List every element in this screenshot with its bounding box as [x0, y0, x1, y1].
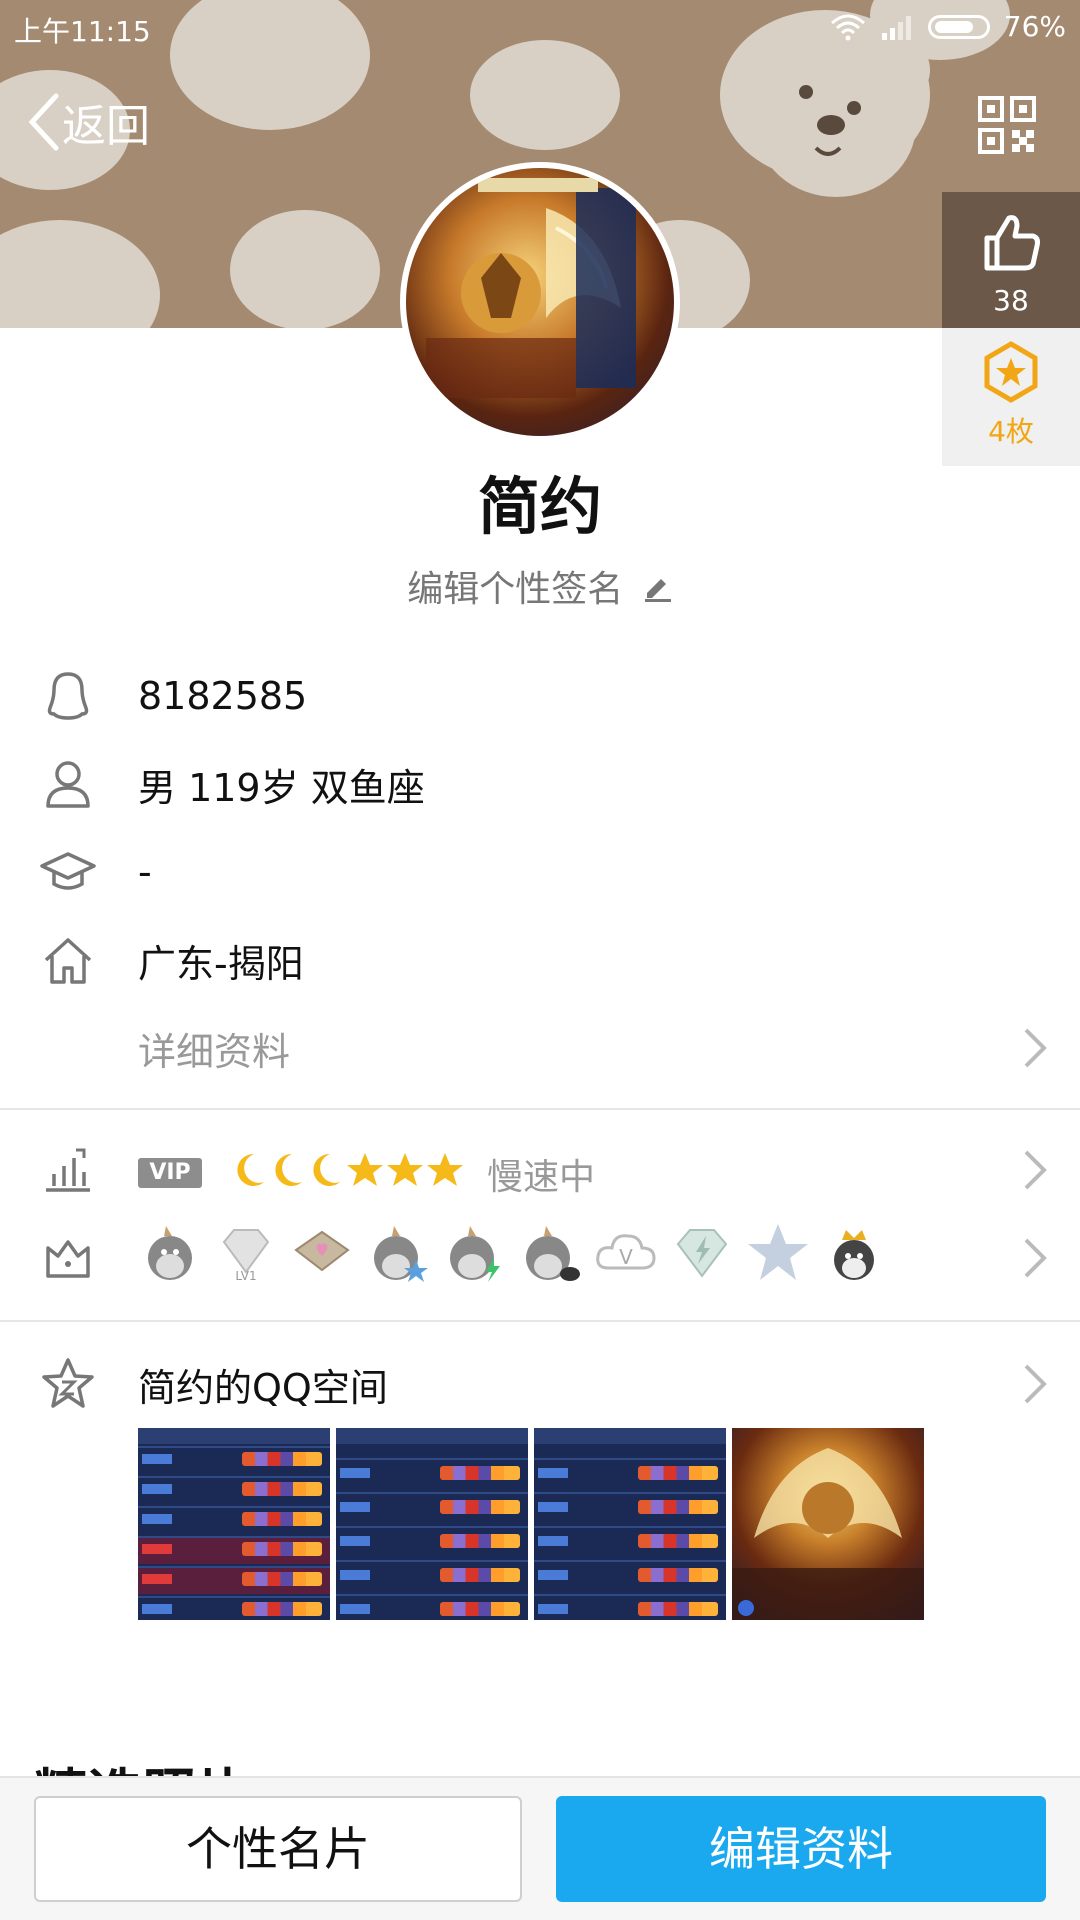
chevron-right-icon [1024, 1150, 1047, 1190]
penguin-outline-icon [47, 672, 89, 720]
side-panel: 38 4枚 [942, 192, 1080, 466]
thumbs-up-icon [984, 215, 1040, 271]
details-row[interactable]: 详细资料 [0, 1008, 1080, 1088]
qq-penguin-bird-icon [526, 1226, 580, 1281]
school-value: - [138, 850, 152, 894]
profile-card-button[interactable]: 个性名片 [34, 1796, 522, 1902]
diamond-bolt-icon [676, 1229, 728, 1278]
details-label: 详细资料 [138, 1029, 291, 1074]
divider [0, 1320, 1080, 1322]
level-chart-icon [46, 1148, 90, 1192]
moon-icon [313, 1153, 340, 1186]
like-count: 38 [993, 284, 1029, 317]
hometown-value: 广东-揭阳 [138, 941, 304, 986]
nickname: 简约 [477, 470, 602, 543]
chevron-right-icon [1024, 1028, 1047, 1068]
qq-number-row: 8182585 [0, 656, 1080, 736]
star-icon [427, 1153, 463, 1186]
signature-label: 编辑个性签名 [407, 569, 624, 610]
like-button[interactable]: 38 [942, 192, 1080, 328]
signal-icon [881, 15, 911, 40]
graduation-cap-icon [40, 852, 96, 890]
star-badge-icon [748, 1224, 808, 1280]
status-icons: 76% [830, 10, 1066, 43]
cloud-v-icon: V [596, 1234, 656, 1270]
hometown-row: 广东-揭阳 [0, 920, 1080, 1000]
person-icon [46, 761, 90, 808]
battery-icon [927, 14, 990, 39]
pencil-icon [644, 579, 671, 602]
qzone-photo-thumbnail[interactable] [138, 1428, 330, 1620]
qq-penguin-flag-icon [148, 1226, 192, 1280]
level-icons [232, 1150, 464, 1190]
divider [0, 1108, 1080, 1110]
battery-level: 76% [1003, 10, 1066, 43]
wifi-icon [830, 14, 865, 40]
medal-button[interactable]: 4枚 [942, 328, 1080, 466]
basic-info: 男 119岁 双鱼座 [138, 765, 425, 810]
qq-penguin-bolt-icon [450, 1226, 500, 1282]
diamond-lv1-icon: LV1 [222, 1229, 270, 1283]
chevron-left-icon [28, 93, 59, 151]
school-row: - [0, 832, 1080, 912]
badge-list: LV1 V [138, 1220, 886, 1284]
moon-icon [237, 1153, 264, 1186]
chevron-right-icon [1024, 1238, 1047, 1278]
medal-star-icon [984, 341, 1038, 403]
status-bar: 上午11:15 76% [0, 0, 1080, 56]
qzone-row[interactable]: 简约的QQ空间 [0, 1344, 1080, 1424]
qq-number: 8182585 [138, 674, 308, 718]
qzone-photo-thumbnail[interactable] [732, 1428, 924, 1620]
star-icon [347, 1153, 383, 1186]
basic-info-row: 男 119岁 双鱼座 [0, 744, 1080, 824]
qzone-thumbnails [138, 1428, 924, 1620]
moon-icon [275, 1153, 302, 1186]
diamond-heart-icon [294, 1230, 350, 1272]
crown-penguin-icon [834, 1230, 874, 1280]
level-status: 慢速中 [487, 1157, 596, 1198]
status-time: 上午11:15 [14, 15, 151, 48]
crown-outline-icon [46, 1240, 90, 1278]
chevron-right-icon [1024, 1364, 1047, 1404]
svg-text:LV1: LV1 [235, 1269, 256, 1283]
medal-count: 4枚 [988, 415, 1034, 448]
bottom-action-bar: 个性名片 编辑资料 [0, 1776, 1080, 1920]
vip-badge: VIP [138, 1158, 202, 1188]
qq-penguin-star-icon [374, 1226, 428, 1282]
edit-profile-button[interactable]: 编辑资料 [556, 1796, 1046, 1902]
back-button[interactable]: 返回 [26, 92, 150, 152]
qzone-photo-thumbnail[interactable] [336, 1428, 528, 1620]
avatar[interactable] [400, 162, 680, 442]
avatar-image [406, 168, 674, 436]
signature-edit[interactable]: 编辑个性签名 [0, 560, 1080, 612]
qr-code-icon[interactable] [978, 96, 1036, 154]
home-icon [44, 938, 92, 984]
qzone-photo-thumbnail[interactable] [534, 1428, 726, 1620]
svg-text:V: V [619, 1245, 633, 1269]
qzone-star-icon [42, 1358, 94, 1408]
star-icon [387, 1153, 423, 1186]
back-label: 返回 [62, 101, 150, 152]
qzone-title: 简约的QQ空间 [138, 1365, 388, 1410]
